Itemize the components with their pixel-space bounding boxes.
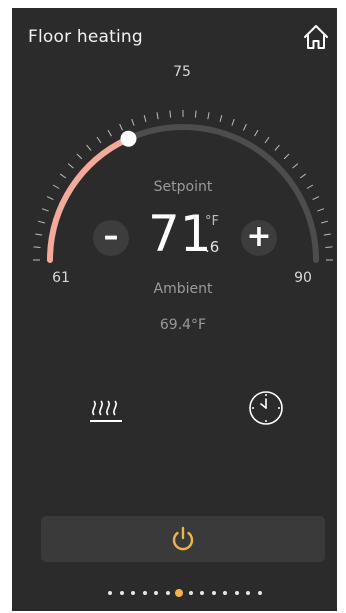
dial-tick (41, 208, 49, 212)
dial-mid-label: 75 (173, 64, 191, 80)
dial-tick (119, 123, 124, 131)
schedule-button[interactable] (246, 388, 286, 428)
dial-tick (143, 114, 147, 123)
dial-tick (156, 112, 159, 120)
floor-heating-mode-button[interactable] (86, 388, 126, 428)
page-dot[interactable] (257, 591, 262, 595)
dial-tick (312, 196, 320, 201)
dial-tick (37, 220, 46, 224)
dial-tick (306, 184, 314, 189)
dial-tick (299, 173, 307, 179)
page-dot[interactable] (188, 591, 193, 595)
dial-tick (231, 118, 235, 126)
floor-heating-icon (90, 400, 122, 422)
dial-tick (46, 196, 54, 201)
dial-tick (317, 208, 325, 212)
page-dot[interactable] (246, 591, 250, 595)
dial-tick (107, 129, 112, 137)
page-dot[interactable] (200, 591, 204, 595)
dial-max-label: 90 (294, 270, 312, 286)
dial-tick (274, 144, 280, 151)
setpoint-dial[interactable] (12, 8, 337, 348)
dial-tick (325, 246, 333, 249)
dial-tick (283, 153, 290, 160)
dial-tick (194, 110, 197, 118)
dial-min-label: 61 (52, 270, 70, 286)
page-dot-active[interactable] (175, 589, 183, 597)
page-indicator[interactable] (106, 588, 276, 598)
dial-tick (52, 184, 60, 189)
increase-setpoint-button[interactable]: + (241, 220, 277, 256)
page-dot[interactable] (223, 591, 227, 595)
dial-tick (254, 129, 259, 137)
dial-tick (86, 144, 92, 151)
power-button[interactable] (41, 516, 325, 562)
page-dot[interactable] (119, 591, 124, 595)
dial-tick (35, 233, 43, 236)
power-icon (172, 526, 194, 551)
dial-tick (169, 110, 172, 118)
page-dot[interactable] (142, 591, 147, 595)
ambient-label: Ambient (153, 281, 213, 297)
page-dot[interactable] (165, 591, 170, 595)
page-dot[interactable] (131, 591, 135, 595)
page-dot[interactable] (211, 591, 216, 595)
dial-tick (242, 123, 247, 131)
dial-tick (292, 163, 299, 169)
page-dot[interactable] (234, 591, 239, 595)
setpoint-fraction: .6 (205, 238, 220, 256)
dial-tick (59, 173, 67, 179)
setpoint-label: Setpoint (153, 179, 213, 195)
dial-tick (320, 220, 329, 224)
clock-icon (249, 391, 283, 425)
dial-knob[interactable] (120, 130, 137, 147)
dial-tick (33, 246, 41, 249)
decrease-setpoint-button[interactable]: – (93, 220, 129, 256)
dial-tick (76, 153, 83, 160)
setpoint-value: 71 (148, 205, 212, 263)
setpoint-unit: °F (205, 214, 219, 229)
page-dot[interactable] (154, 591, 158, 595)
page-dot[interactable] (108, 591, 112, 595)
dial-tick (264, 136, 270, 144)
thermostat-screen: Floor heating 61 75 90 Setpoint – 71 °F … (12, 8, 337, 611)
dial-tick (323, 233, 331, 236)
dial-tick (207, 112, 210, 120)
dial-tick (219, 114, 223, 123)
ambient-value: 69.4°F (159, 317, 207, 333)
dial-tick (67, 163, 74, 169)
dial-tick (96, 136, 102, 144)
dial-tick (131, 118, 135, 126)
